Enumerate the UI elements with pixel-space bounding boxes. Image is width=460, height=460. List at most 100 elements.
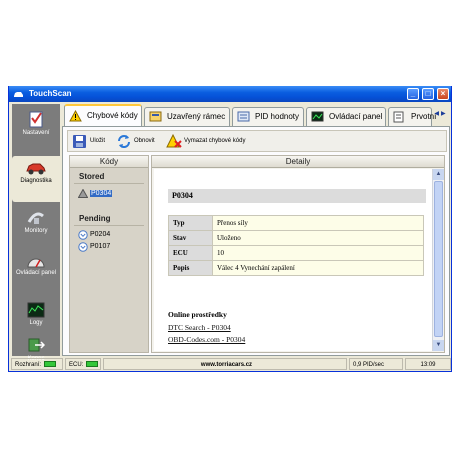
satellite-icon [27, 212, 44, 224]
interface-label: Rozhraní: [15, 362, 42, 368]
document-icon [393, 111, 404, 123]
ecu-status: ECU: [65, 358, 101, 370]
title-bar[interactable]: TouchScan _ □ × [9, 86, 451, 102]
online-resources-title: Online prostředky [168, 310, 227, 319]
row-key: ECU [168, 245, 213, 261]
save-icon [73, 135, 86, 148]
sidebar-item-ovladaci-panel[interactable]: Ovládací panel [12, 250, 60, 296]
details-header: Detaily [152, 156, 444, 168]
chart-icon [27, 302, 45, 318]
scroll-up-icon[interactable]: ▲ [433, 169, 444, 180]
code-label: P0107 [90, 243, 111, 250]
row-value: Přenos síly [212, 215, 424, 231]
ecu-led-icon [86, 361, 99, 368]
codes-panel: Kódy Stored P0304 Pending P0204 P0107 [69, 155, 149, 353]
pid-rate: 0,9 PID/sec [349, 358, 403, 370]
sidebar-item-monitory[interactable]: Monitory [12, 204, 60, 250]
table-row: ECU 10 [168, 245, 424, 261]
tab-scroll-arrows[interactable]: ◀▶ [432, 110, 450, 122]
codes-header: Kódy [70, 156, 148, 168]
interface-status: Rozhraní: [11, 358, 63, 370]
stored-code-item[interactable]: P0304 [70, 188, 148, 200]
stored-group-title: Stored [74, 168, 144, 184]
pending-code-item[interactable]: P0107 [70, 241, 148, 253]
row-key: Stav [168, 230, 213, 246]
close-icon: × [440, 89, 446, 98]
refresh-label: Obnovit [134, 138, 155, 144]
pending-code-item[interactable]: P0204 [70, 229, 148, 241]
ecu-label: ECU: [69, 362, 84, 368]
chevron-down-circle-icon [78, 242, 88, 252]
code-label: P0204 [90, 231, 111, 238]
clear-warning-icon [166, 134, 182, 148]
toolbar: Uložit Obnovit Vymazat chybové kódy [67, 130, 447, 152]
tab-label: PID hodnoty [255, 112, 300, 121]
values-icon [237, 111, 250, 122]
row-value: 10 [212, 245, 424, 261]
tab-label: Ovládací panel [329, 112, 383, 121]
dtc-search-link[interactable]: DTC Search - P0304 [168, 323, 231, 332]
warning-icon [69, 110, 82, 122]
code-label: P0304 [90, 190, 113, 197]
minimize-button[interactable]: _ [407, 88, 419, 100]
clear-codes-label: Vymazat chybové kódy [184, 138, 246, 144]
table-row: Typ Přenos síly [168, 215, 424, 231]
tab-bar: Chybové kódy Uzavřený rámec PID hodnoty … [62, 104, 450, 126]
save-label: Uložit [90, 138, 106, 144]
tab-label: Chybové kódy [87, 111, 138, 120]
sidebar-item-label: Diagnostika [20, 178, 52, 184]
exit-icon [28, 338, 45, 352]
row-value: Válec 4 Vynechání zapálení [212, 260, 424, 276]
tab-prvotni[interactable]: Prvotní [388, 107, 436, 126]
sidebar-item-label: Monitory [24, 228, 48, 234]
table-row: Stav Uloženo [168, 230, 424, 246]
sidebar-item-label: Logy [29, 320, 43, 326]
sidebar-item-nastaveni[interactable]: Nastavení [12, 106, 60, 152]
sidebar-item-label: Nastavení [22, 130, 50, 136]
details-panel: Detaily P0304 Typ Přenos síly Stav Ulože… [151, 155, 445, 353]
interface-led-icon [44, 361, 57, 368]
app-window: TouchScan _ □ × Nastavení Diagnostika Mo… [8, 86, 452, 372]
scroll-thumb[interactable] [434, 181, 443, 337]
status-bar: Rozhraní: ECU: www.torriacars.cz 0,9 PID… [9, 358, 451, 371]
tab-label: Uzavřený rámec [167, 112, 226, 121]
tab-pid-hodnoty[interactable]: PID hodnoty [232, 107, 304, 126]
table-row: Popis Válec 4 Vynechání zapálení [168, 260, 424, 276]
close-button[interactable]: × [437, 88, 449, 100]
clock: 13:09 [405, 358, 451, 370]
details-content: P0304 Typ Přenos síly Stav Uloženo ECU 1… [154, 169, 434, 351]
arrow-left-icon[interactable]: ◀ [434, 111, 441, 117]
pending-group-title: Pending [74, 210, 144, 226]
code-title: P0304 [168, 189, 426, 203]
details-table: Typ Přenos síly Stav Uloženo ECU 10 Popi… [168, 215, 424, 276]
frame-icon [149, 111, 162, 122]
arrow-right-icon[interactable]: ▶ [441, 111, 448, 117]
maximize-button[interactable]: □ [422, 88, 434, 100]
sidebar-item-konec[interactable] [12, 338, 60, 356]
tab-uzavreny-ramec[interactable]: Uzavřený rámec [144, 107, 230, 126]
row-key: Typ [168, 215, 213, 231]
tab-chybove-kody[interactable]: Chybové kódy [64, 104, 142, 126]
row-key: Popis [168, 260, 213, 276]
sidebar: Nastavení Diagnostika Monitory Ovládací … [12, 104, 60, 362]
sidebar-item-diagnostika[interactable]: Diagnostika [12, 156, 60, 202]
maximize-icon: □ [425, 89, 431, 98]
window-title: TouchScan [29, 89, 72, 98]
refresh-icon [118, 135, 130, 148]
main-panel: Uložit Obnovit Vymazat chybové kódy Kódy… [62, 126, 450, 356]
minimize-icon: _ [410, 89, 416, 98]
tab-ovladaci-panel[interactable]: Ovládací panel [306, 107, 386, 126]
car-icon [14, 92, 23, 97]
chevron-down-circle-icon [78, 230, 88, 240]
clear-codes-button[interactable]: Vymazat chybové kódy [164, 133, 245, 150]
row-value: Uloženo [212, 230, 424, 246]
car-icon [26, 163, 46, 175]
website-label: www.torriacars.cz [103, 358, 347, 370]
warning-icon [78, 189, 88, 198]
obd-codes-link[interactable]: OBD-Codes.com - P0304 [168, 335, 245, 344]
details-scrollbar[interactable]: ▲ ▼ [432, 169, 444, 351]
settings-checklist-icon [29, 111, 43, 128]
scroll-down-icon[interactable]: ▼ [433, 340, 444, 351]
save-button[interactable]: Uložit [70, 133, 105, 150]
refresh-button[interactable]: Obnovit [114, 133, 155, 150]
